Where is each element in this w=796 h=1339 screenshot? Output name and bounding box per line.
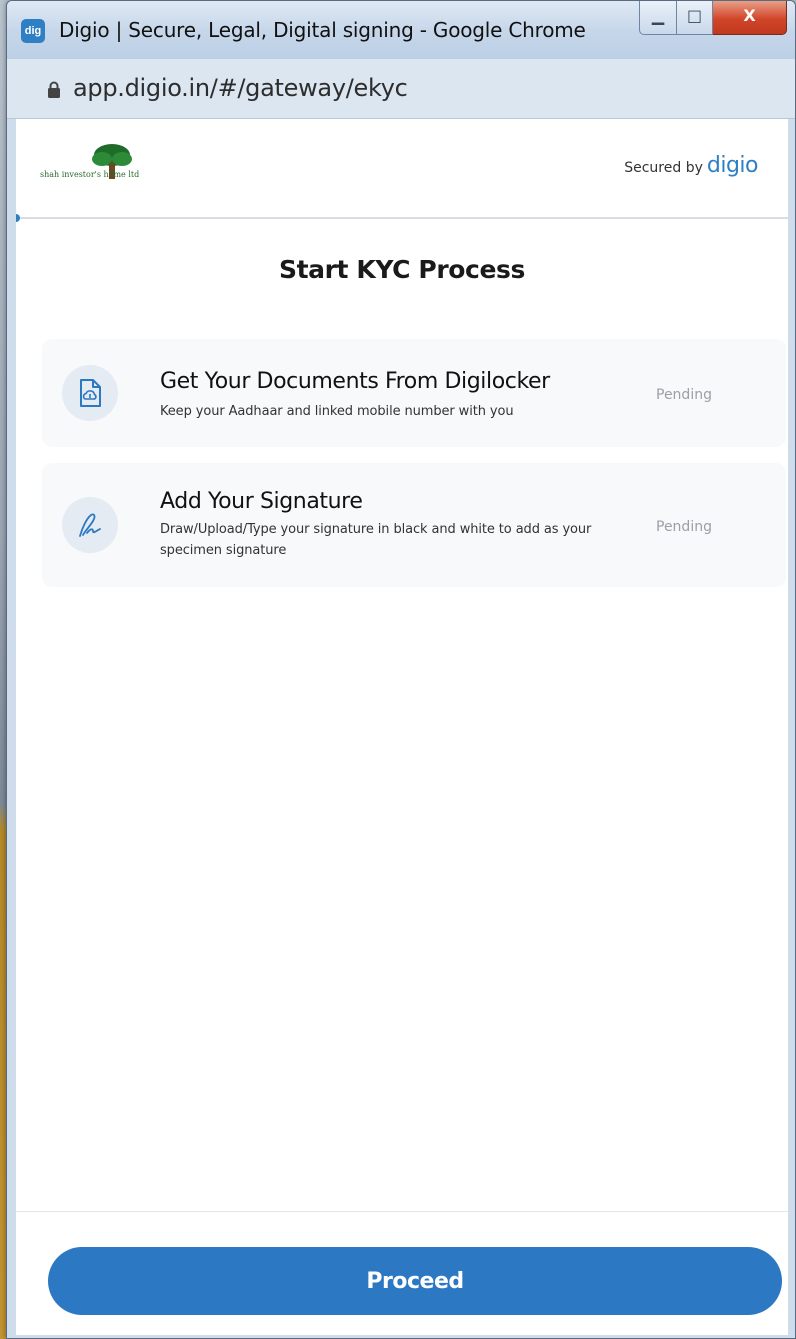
document-cloud-icon <box>80 379 101 407</box>
maximize-button[interactable]: □ <box>677 1 713 35</box>
lock-icon <box>48 81 60 98</box>
step-icon-container <box>62 497 118 553</box>
secured-by: Secured by digio <box>624 153 758 178</box>
window-controls: ▁ □ X <box>639 1 787 35</box>
minimize-button[interactable]: ▁ <box>639 1 677 35</box>
digio-brand: digio <box>706 153 759 178</box>
step-title: Add Your Signature <box>160 489 363 514</box>
progress-indicator <box>16 214 20 222</box>
signature-pen-icon <box>79 513 101 537</box>
address-bar[interactable]: app.digio.in/#/gateway/ekyc <box>7 59 795 119</box>
step-icon-container <box>62 365 118 421</box>
app-icon: dig <box>21 19 45 43</box>
step-title: Get Your Documents From Digilocker <box>160 369 550 394</box>
step-card-signature[interactable]: Add Your Signature Draw/Upload/Type your… <box>42 463 786 587</box>
page-title: Start KYC Process <box>278 255 525 284</box>
step-status-badge: Pending <box>656 387 712 403</box>
step-status-badge: Pending <box>656 519 712 535</box>
url-text[interactable]: app.digio.in/#/gateway/ekyc <box>73 74 408 102</box>
proceed-button[interactable]: Proceed <box>48 1247 782 1315</box>
title-bar[interactable]: dig Digio | Secure, Legal, Digital signi… <box>7 1 795 59</box>
footer-divider <box>16 1211 788 1212</box>
progress-track <box>16 217 788 219</box>
company-logo: shah investor's home ltd <box>40 144 139 179</box>
window-title: Digio | Secure, Legal, Digital signing -… <box>59 18 586 42</box>
step-description: Draw/Upload/Type your signature in black… <box>160 522 592 558</box>
step-description: Keep your Aadhaar and linked mobile numb… <box>160 404 514 419</box>
close-button[interactable]: X <box>713 1 787 35</box>
secured-by-label: Secured by <box>624 160 703 176</box>
page-content: shah investor's home ltd Secured by digio… <box>16 119 788 1335</box>
browser-window: dig Digio | Secure, Legal, Digital signi… <box>6 0 796 1339</box>
step-card-digilocker[interactable]: Get Your Documents From Digilocker Keep … <box>42 339 786 447</box>
logo-text: shah investor's home ltd <box>40 170 139 179</box>
